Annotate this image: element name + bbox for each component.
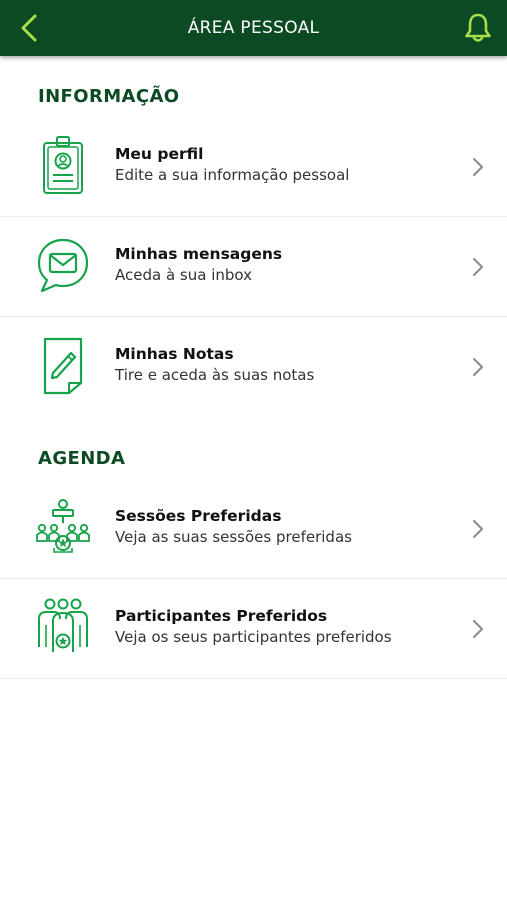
message-bubble-icon — [30, 233, 96, 299]
menu-item-title: Sessões Preferidas — [115, 507, 282, 525]
id-badge-icon — [30, 133, 96, 199]
chevron-right-icon — [473, 158, 483, 176]
menu-item-subtitle: Aceda à sua inbox — [115, 266, 252, 284]
bell-icon[interactable] — [461, 11, 495, 45]
menu-item-subtitle: Veja as suas sessões preferidas — [115, 528, 352, 546]
menu-item-title: Minhas mensagens — [115, 245, 283, 263]
note-pencil-icon — [30, 333, 96, 399]
menu-item-title: Participantes Preferidos — [115, 607, 328, 625]
chevron-right-icon — [473, 620, 483, 638]
section-title-informacao: INFORMAÇÃO — [38, 86, 180, 107]
menu-item-meu-perfil[interactable]: Meu perfil Edite a sua informação pessoa… — [0, 117, 507, 217]
back-icon[interactable] — [14, 12, 44, 44]
session-audience-icon — [30, 495, 96, 561]
menu-item-title: Minhas Notas — [115, 345, 234, 363]
participants-star-icon — [30, 595, 96, 661]
menu-item-minhas-mensagens[interactable]: Minhas mensagens Aceda à sua inbox — [0, 217, 507, 317]
menu-item-title: Meu perfil — [115, 145, 204, 163]
page-title: ÁREA PESSOAL — [187, 18, 320, 38]
menu-item-subtitle: Veja os seus participantes preferidos — [115, 628, 392, 646]
chevron-right-icon — [473, 258, 483, 276]
chevron-right-icon — [473, 520, 483, 538]
section-title-agenda: AGENDA — [38, 448, 126, 469]
chevron-right-icon — [473, 358, 483, 376]
menu-item-sessoes-preferidas[interactable]: Sessões Preferidas Veja as suas sessões … — [0, 479, 507, 579]
menu-item-participantes-preferidos[interactable]: Participantes Preferidos Veja os seus pa… — [0, 579, 507, 679]
top-app-bar: ÁREA PESSOAL — [0, 0, 507, 56]
menu-item-subtitle: Tire e aceda às suas notas — [115, 366, 315, 384]
menu-item-minhas-notas[interactable]: Minhas Notas Tire e aceda às suas notas — [0, 317, 507, 417]
menu-item-subtitle: Edite a sua informação pessoal — [115, 166, 350, 184]
